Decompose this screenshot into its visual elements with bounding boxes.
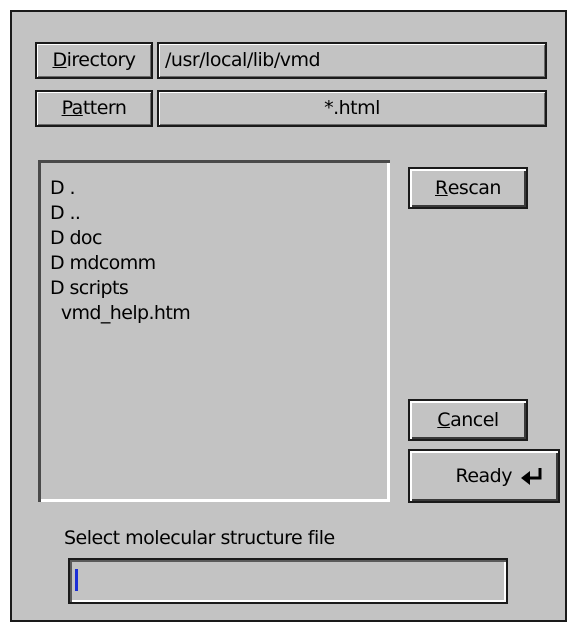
filename-input[interactable] — [68, 558, 508, 604]
pattern-label-rest: ttern — [82, 97, 127, 119]
text-caret — [75, 569, 78, 591]
directory-label-accel: D — [52, 49, 67, 71]
file-selector-dialog: Directory /usr/local/lib/vmd Pa ttern *.h… — [10, 10, 567, 622]
prompt-label: Select molecular structure file — [64, 527, 335, 549]
list-item[interactable]: D . — [50, 176, 390, 201]
directory-value[interactable]: /usr/local/lib/vmd — [157, 42, 547, 79]
pattern-text: *.html — [324, 97, 380, 119]
ready-label: Ready — [455, 465, 513, 487]
pattern-label: Pa ttern — [35, 90, 153, 127]
file-list[interactable]: D . D .. D doc D mdcomm D scripts vmd_he… — [38, 160, 390, 502]
rescan-button[interactable]: Rescan — [408, 167, 528, 209]
pattern-value[interactable]: *.html — [157, 90, 547, 127]
list-item[interactable]: D .. — [50, 201, 390, 226]
list-item[interactable]: D scripts — [50, 276, 390, 301]
directory-label-rest: irectory — [66, 49, 136, 71]
rescan-rest: escan — [447, 177, 502, 199]
list-item[interactable]: vmd_help.htm — [50, 301, 390, 326]
cancel-accel: C — [437, 409, 451, 431]
ready-button[interactable]: Ready — [408, 449, 560, 503]
cancel-rest: ancel — [450, 409, 499, 431]
directory-label: Directory — [35, 42, 153, 79]
directory-path-text: /usr/local/lib/vmd — [165, 49, 321, 71]
list-item[interactable]: D doc — [50, 226, 390, 251]
pattern-label-accel: Pa — [61, 97, 84, 119]
list-item[interactable]: D mdcomm — [50, 251, 390, 276]
cancel-button[interactable]: Cancel — [408, 399, 528, 441]
return-arrow-icon — [520, 466, 544, 486]
rescan-accel: R — [435, 177, 448, 199]
